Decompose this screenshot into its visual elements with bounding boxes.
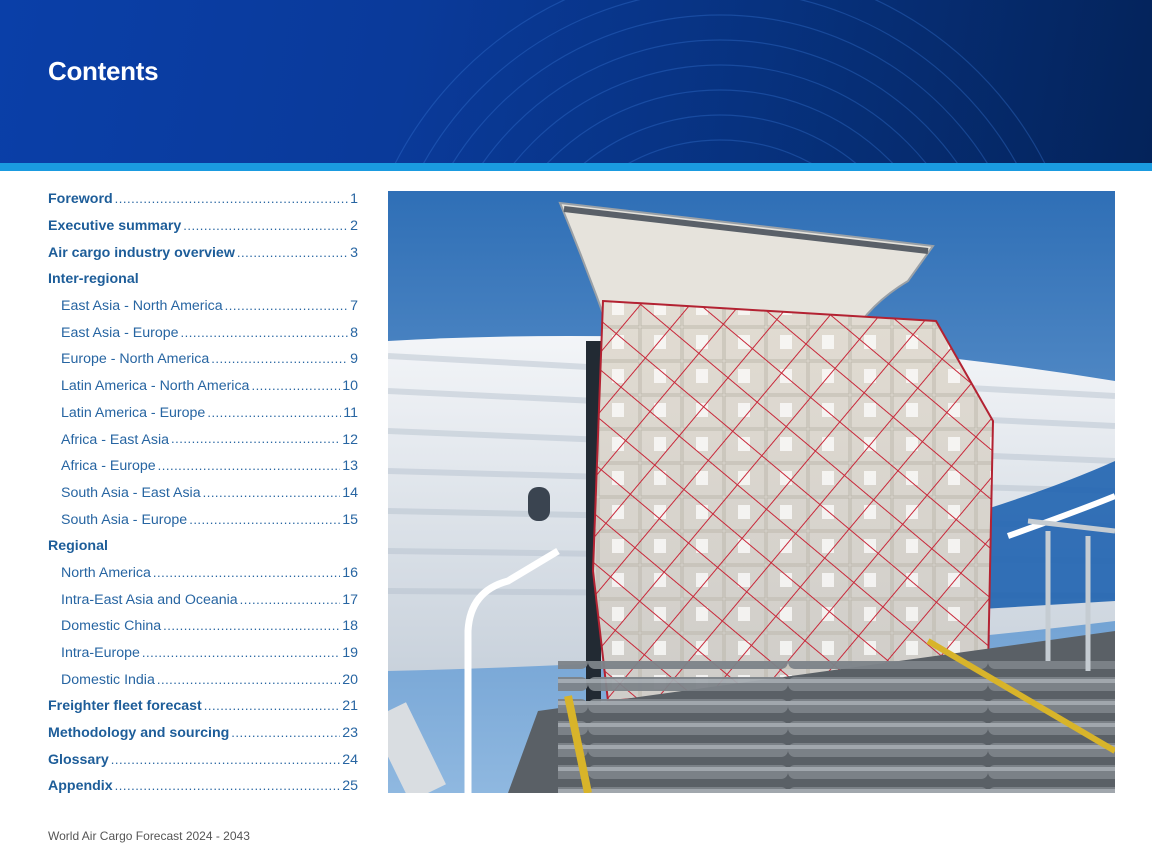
- toc-entry-label: Inter-regional: [48, 271, 139, 288]
- toc-leader-dots: [158, 459, 341, 473]
- toc-leader-dots: [251, 379, 340, 393]
- toc-entry-label: Europe - North America: [61, 351, 210, 368]
- table-of-contents: Foreword 1 Executive summary 2 Air cargo ind…: [48, 186, 358, 800]
- toc-entry[interactable]: East Asia - North America 7: [48, 293, 358, 320]
- cargo-loading-photo: [388, 191, 1115, 793]
- toc-page-number: 2: [350, 218, 358, 235]
- toc-entry-label: Africa - Europe: [61, 458, 156, 475]
- toc-entry[interactable]: Air cargo industry overview 3: [48, 239, 358, 266]
- toc-entry-label: Africa - East Asia: [61, 431, 170, 448]
- toc-page-number: 11: [343, 404, 358, 421]
- page-title: Contents: [48, 56, 159, 86]
- toc-leader-dots: [181, 326, 349, 340]
- toc-page-number: 15: [342, 511, 358, 528]
- toc-page-number: 10: [342, 378, 358, 395]
- toc-entry-label: Latin America - Europe: [61, 404, 206, 421]
- toc-page-number: 21: [342, 698, 358, 715]
- toc-page-number: 19: [342, 645, 358, 662]
- toc-entry-label: Intra-Europe: [61, 645, 140, 662]
- toc-leader-dots: [240, 593, 341, 607]
- toc-entry-label: Latin America - North America: [61, 378, 250, 395]
- toc-leader-dots: [204, 699, 340, 713]
- toc-leader-dots: [115, 779, 341, 793]
- toc-entry-label: Regional: [48, 538, 108, 555]
- toc-entry-label: North America: [61, 564, 151, 581]
- toc-page-number: 20: [342, 671, 358, 688]
- toc-entry[interactable]: North America 16: [48, 560, 358, 587]
- toc-entry-label: East Asia - Europe: [61, 324, 179, 341]
- toc-entry[interactable]: South Asia - Europe 15: [48, 506, 358, 533]
- toc-page-number: 12: [342, 431, 358, 448]
- toc-leader-dots: [153, 566, 340, 580]
- toc-leader-dots: [203, 486, 341, 500]
- toc-page-number: 14: [342, 484, 358, 501]
- toc-entry-label: South Asia - East Asia: [61, 484, 201, 501]
- toc-entry-label: Foreword: [48, 191, 113, 208]
- toc-entry[interactable]: Domestic China 18: [48, 613, 358, 640]
- toc-entry[interactable]: Foreword 1: [48, 186, 358, 213]
- toc-entry[interactable]: Freighter fleet forecast 21: [48, 693, 358, 720]
- toc-entry[interactable]: Africa - Europe 13: [48, 453, 358, 480]
- toc-leader-dots: [237, 246, 348, 260]
- toc-section-heading: Regional: [48, 533, 358, 560]
- toc-entry[interactable]: Executive summary 2: [48, 213, 358, 240]
- toc-leader-dots: [207, 406, 341, 420]
- toc-page-number: 25: [342, 778, 358, 795]
- toc-entry-label: Executive summary: [48, 218, 182, 235]
- toc-entry-label: Freighter fleet forecast: [48, 698, 202, 715]
- header-stripe: [0, 163, 1152, 171]
- toc-entry-label: Domestic China: [61, 618, 162, 635]
- toc-page-number: 17: [342, 591, 358, 608]
- header-banner: Contents: [0, 0, 1152, 163]
- toc-leader-dots: [142, 646, 340, 660]
- toc-entry[interactable]: Europe - North America 9: [48, 346, 358, 373]
- toc-entry[interactable]: Africa - East Asia 12: [48, 426, 358, 453]
- decorative-arcs: [394, 0, 1046, 163]
- toc-leader-dots: [231, 726, 340, 740]
- toc-leader-dots: [211, 352, 348, 366]
- toc-entry[interactable]: Domestic India 20: [48, 666, 358, 693]
- toc-leader-dots: [189, 513, 340, 527]
- toc-page-number: 9: [350, 351, 358, 368]
- toc-page-number: 3: [350, 244, 358, 261]
- toc-page-number: 8: [350, 324, 358, 341]
- toc-entry-label: Appendix: [48, 778, 113, 795]
- page-footer: World Air Cargo Forecast 2024 - 2043: [48, 829, 250, 843]
- toc-entry-label: Glossary: [48, 751, 109, 768]
- toc-entry[interactable]: East Asia - Europe 8: [48, 319, 358, 346]
- toc-leader-dots: [157, 673, 340, 687]
- toc-page-number: 23: [342, 725, 358, 742]
- toc-page-number: 7: [350, 298, 358, 315]
- toc-entry-label: South Asia - Europe: [61, 511, 188, 528]
- toc-leader-dots: [183, 219, 348, 233]
- toc-leader-dots: [171, 432, 340, 446]
- toc-entry[interactable]: Glossary 24: [48, 746, 358, 773]
- toc-entry-label: Intra-East Asia and Oceania: [61, 591, 238, 608]
- toc-page-number: 13: [342, 458, 358, 475]
- toc-entry-label: East Asia - North America: [61, 298, 223, 315]
- toc-entry[interactable]: Intra-Europe 19: [48, 640, 358, 667]
- toc-entry-label: Methodology and sourcing: [48, 725, 230, 742]
- toc-leader-dots: [111, 753, 340, 767]
- toc-entry[interactable]: Latin America - North America 10: [48, 373, 358, 400]
- toc-entry[interactable]: Appendix 25: [48, 773, 358, 800]
- toc-page-number: 16: [342, 564, 358, 581]
- toc-section-heading: Inter-regional: [48, 266, 358, 293]
- toc-entry-label: Domestic India: [61, 671, 155, 688]
- toc-page-number: 1: [350, 191, 358, 208]
- toc-entry[interactable]: Methodology and sourcing 23: [48, 720, 358, 747]
- toc-entry[interactable]: Latin America - Europe 11: [48, 400, 358, 427]
- toc-page-number: 24: [342, 751, 358, 768]
- toc-entry[interactable]: Intra-East Asia and Oceania 17: [48, 586, 358, 613]
- toc-page-number: 18: [342, 618, 358, 635]
- toc-entry[interactable]: South Asia - East Asia 14: [48, 480, 358, 507]
- toc-leader-dots: [115, 192, 348, 206]
- toc-leader-dots: [225, 299, 348, 313]
- toc-entry-label: Air cargo industry overview: [48, 244, 235, 261]
- toc-leader-dots: [163, 619, 340, 633]
